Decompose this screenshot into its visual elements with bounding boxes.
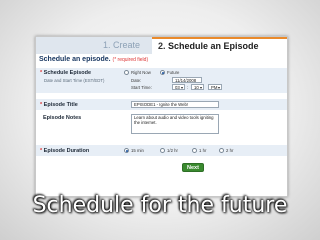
duration-label: * Episode Duration — [40, 148, 90, 154]
future-radio[interactable] — [160, 70, 165, 75]
chevron-down-icon: ▾ — [199, 85, 202, 90]
episode-title-input[interactable]: EPISODE1 - Ignite the Web! — [131, 101, 219, 108]
duration-1hr-label: 1 hr — [199, 148, 207, 153]
episode-notes-textarea[interactable]: Learn about audio and video tools igniti… — [131, 114, 219, 134]
tab-step-number: 2. — [158, 41, 166, 51]
duration-half-hr-label: 1/2 hr — [167, 148, 178, 153]
date-input[interactable]: 11/14/2008 — [172, 77, 202, 83]
title-row: * Episode Title EPISODE1 - Ignite the We… — [36, 99, 287, 110]
duration-15min-radio[interactable] — [124, 148, 129, 153]
slide-caption: Schedule for the future — [32, 193, 288, 218]
tab-schedule-episode[interactable]: 2. Schedule an Episode — [152, 37, 287, 54]
hour-select[interactable]: 03 ▾ — [172, 84, 185, 90]
chevron-down-icon: ▾ — [217, 85, 220, 90]
start-time-label: Start Time: — [131, 85, 152, 90]
required-note: (* required field) — [112, 57, 149, 63]
wizard-tabs: 1. Create 2. Schedule an Episode — [36, 37, 287, 54]
tab-create-label: 1. Create — [102, 40, 140, 50]
schedule-row: * Schedule Episode Date and Start Time (… — [36, 68, 287, 93]
notes-row: Episode Notes Learn about audio and vide… — [36, 112, 287, 138]
duration-row: * Episode Duration 15 min 1/2 hr 1 hr 2 … — [36, 145, 287, 156]
tab-schedule-label: Schedule an Episode — [168, 41, 259, 51]
time-separator: : — [187, 85, 189, 90]
right-now-radio[interactable] — [124, 70, 129, 75]
form-title: Schedule an episode. — [39, 56, 111, 63]
right-now-label: Right Now — [131, 70, 151, 75]
duration-15min-label: 15 min — [131, 148, 144, 153]
duration-1hr-radio[interactable] — [192, 148, 197, 153]
schedule-label: * Schedule Episode — [40, 70, 92, 76]
form-heading: Schedule an episode. (* required field) — [39, 56, 148, 63]
duration-half-hr-radio[interactable] — [160, 148, 165, 153]
notes-label: Episode Notes — [43, 115, 82, 121]
ampm-select[interactable]: PM ▾ — [208, 84, 222, 90]
duration-2hr-label: 2 hr — [226, 148, 234, 153]
date-label: Date: — [131, 78, 142, 83]
minute-select[interactable]: 10 ▾ — [191, 84, 204, 90]
title-label: * Episode Title — [40, 102, 78, 108]
duration-2hr-radio[interactable] — [219, 148, 224, 153]
tab-create[interactable]: 1. Create — [36, 37, 152, 54]
schedule-sublabel: Date and Start Time (EST/EDT) — [44, 78, 105, 83]
chevron-down-icon: ▾ — [180, 85, 183, 90]
future-label: Future — [167, 70, 180, 75]
next-button[interactable]: Next — [182, 163, 204, 172]
screenshot-panel: 1. Create 2. Schedule an Episode Schedul… — [35, 36, 288, 197]
